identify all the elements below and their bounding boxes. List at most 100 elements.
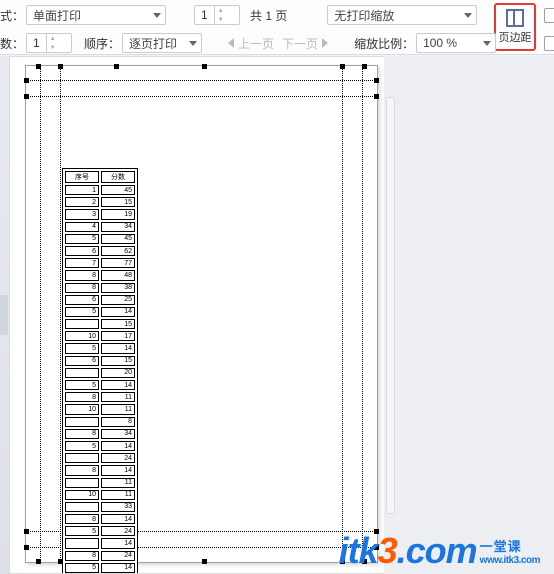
table-row: 514 bbox=[65, 307, 135, 317]
table-row: 524 bbox=[65, 526, 135, 536]
table-cell: 14 bbox=[101, 563, 135, 573]
table-row: 814 bbox=[65, 514, 135, 524]
vertical-scrollbar[interactable] bbox=[384, 56, 397, 574]
table-cell: 10 bbox=[65, 490, 99, 500]
table-cell: 62 bbox=[101, 246, 135, 256]
table-row: 1011 bbox=[65, 404, 135, 414]
left-aux-guide[interactable] bbox=[40, 66, 41, 562]
collapse-handle-icon bbox=[0, 295, 8, 335]
right-margin-guide[interactable] bbox=[342, 66, 343, 562]
table-cell bbox=[65, 453, 99, 463]
table-row: 434 bbox=[65, 222, 135, 232]
print-mode-combo[interactable]: 单面打印 bbox=[26, 5, 166, 25]
header-checkbox[interactable] bbox=[544, 8, 554, 23]
next-page-button[interactable]: 下一页 bbox=[282, 35, 328, 52]
table-header: 序号 bbox=[65, 171, 99, 183]
toolbar-row-2: 数： 1 ▲▼ 顺序： 逐页打印 上一页 下一页 缩放比例： 100 % bbox=[0, 30, 554, 56]
print-order-combo[interactable]: 逐页打印 bbox=[122, 33, 202, 53]
table-row: 662 bbox=[65, 246, 135, 256]
table-cell bbox=[65, 417, 99, 427]
table-row: 1017 bbox=[65, 331, 135, 341]
page-number-spinner[interactable]: 1 ▲▼ bbox=[194, 5, 240, 25]
table-row: 814 bbox=[65, 465, 135, 475]
top-margin-guide[interactable] bbox=[26, 96, 377, 97]
table-row: 777 bbox=[65, 258, 135, 268]
spinner-buttons[interactable]: ▲▼ bbox=[46, 34, 59, 52]
column-handle[interactable] bbox=[114, 64, 119, 69]
table-cell bbox=[65, 478, 99, 488]
next-page-label: 下一页 bbox=[282, 35, 318, 52]
print-order-value: 逐页打印 bbox=[129, 35, 177, 52]
column-handle[interactable] bbox=[202, 559, 207, 564]
table-cell: 11 bbox=[101, 478, 135, 488]
copies-spinner[interactable]: 1 ▲▼ bbox=[26, 33, 72, 53]
table-cell bbox=[65, 538, 99, 548]
chevron-down-icon bbox=[483, 41, 491, 46]
table-cell: 5 bbox=[65, 234, 99, 244]
table-cell: 5 bbox=[65, 380, 99, 390]
page-margins-icon bbox=[506, 9, 524, 27]
table-cell: 5 bbox=[65, 441, 99, 451]
print-preview-toolbar: 式： 单面打印 1 ▲▼ 共 1 页 无打印缩放 页边距 数： 1 ▲▼ bbox=[0, 0, 554, 55]
table-row: 514 bbox=[65, 380, 135, 390]
table-cell: 5 bbox=[65, 563, 99, 573]
column-handle[interactable] bbox=[202, 64, 207, 69]
table-cell: 38 bbox=[101, 283, 135, 293]
copies-value: 1 bbox=[33, 36, 40, 50]
table-cell: 6 bbox=[65, 356, 99, 366]
table-cell: 14 bbox=[101, 441, 135, 451]
zoom-combo[interactable]: 100 % bbox=[416, 33, 496, 53]
table-cell: 34 bbox=[101, 222, 135, 232]
table-cell bbox=[65, 502, 99, 512]
zoom-value: 100 % bbox=[423, 36, 457, 50]
spinner-buttons[interactable]: ▲▼ bbox=[214, 6, 227, 24]
table-row: 1011 bbox=[65, 490, 135, 500]
table-cell: 11 bbox=[101, 392, 135, 402]
table-cell bbox=[65, 368, 99, 378]
table-cell: 3 bbox=[65, 209, 99, 219]
table-cell: 34 bbox=[101, 429, 135, 439]
table-cell: 77 bbox=[101, 258, 135, 268]
table-cell: 11 bbox=[101, 490, 135, 500]
table-cell: 8 bbox=[65, 392, 99, 402]
watermark-url: www.itk3.com bbox=[480, 555, 540, 566]
table-row: 625 bbox=[65, 295, 135, 305]
table-cell: 7 bbox=[65, 258, 99, 268]
preview-canvas[interactable]: 序号分数 14521531943454566277784883862551415… bbox=[9, 56, 394, 574]
side-panel-area bbox=[397, 56, 554, 574]
right-aux-guide[interactable] bbox=[362, 66, 363, 562]
header-guide[interactable] bbox=[26, 80, 377, 81]
prev-page-button[interactable]: 上一页 bbox=[228, 35, 274, 52]
table-row: 215 bbox=[65, 197, 135, 207]
print-order-label: 顺序： bbox=[84, 35, 120, 52]
left-margin-guide[interactable] bbox=[60, 66, 61, 562]
table-cell: 14 bbox=[101, 307, 135, 317]
table-row: 824 bbox=[65, 551, 135, 561]
table-cell: 25 bbox=[101, 295, 135, 305]
chevron-left-icon bbox=[228, 38, 234, 48]
table-cell: 8 bbox=[65, 514, 99, 524]
preview-page: 序号分数 14521531943454566277784883862551415… bbox=[25, 65, 378, 563]
table-cell: 15 bbox=[101, 319, 135, 329]
print-scaling-combo[interactable]: 无打印缩放 bbox=[327, 5, 477, 25]
toolbar-row-1: 式： 单面打印 1 ▲▼ 共 1 页 无打印缩放 页边距 bbox=[0, 2, 554, 28]
table-cell: 5 bbox=[65, 307, 99, 317]
table-row: 834 bbox=[65, 429, 135, 439]
print-preview-area: 序号分数 14521531943454566277784883862551415… bbox=[0, 56, 554, 574]
table-row: 615 bbox=[65, 356, 135, 366]
copies-label: 数： bbox=[0, 35, 24, 52]
table-row: 8 bbox=[65, 417, 135, 427]
table-cell: 5 bbox=[65, 526, 99, 536]
table-cell: 33 bbox=[101, 502, 135, 512]
table-cell: 45 bbox=[101, 234, 135, 244]
scrollbar-thumb[interactable] bbox=[386, 97, 395, 513]
ruler-checkbox[interactable] bbox=[544, 36, 554, 51]
table-header: 分数 bbox=[101, 171, 135, 183]
table-cell: 15 bbox=[101, 197, 135, 207]
chevron-down-icon bbox=[153, 13, 161, 18]
table-cell: 19 bbox=[101, 209, 135, 219]
table-row: 145 bbox=[65, 185, 135, 195]
total-pages-label: 共 1 页 bbox=[250, 7, 287, 24]
table-cell: 14 bbox=[101, 465, 135, 475]
table-cell: 48 bbox=[101, 270, 135, 280]
